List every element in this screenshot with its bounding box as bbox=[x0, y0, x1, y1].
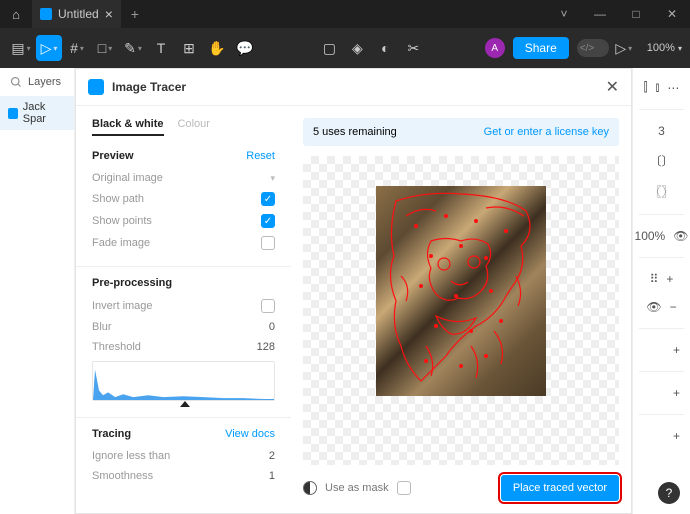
help-button[interactable]: ? bbox=[658, 482, 680, 504]
preview-canvas bbox=[303, 156, 619, 465]
document-tab[interactable]: Untitled × bbox=[32, 0, 121, 28]
text-tool-icon[interactable]: T bbox=[148, 35, 174, 61]
license-link[interactable]: Get or enter a license key bbox=[484, 126, 609, 138]
align-h-icon[interactable]: ⫿ bbox=[644, 80, 648, 95]
grid-icon[interactable]: ⠿ bbox=[650, 272, 659, 286]
layers-panel: Layers Jack Spar bbox=[0, 68, 75, 514]
layer-row[interactable]: Jack Spar bbox=[0, 96, 74, 130]
dev-mode-toggle[interactable]: </> bbox=[577, 39, 609, 57]
bounds-icon[interactable]: ▢ bbox=[316, 35, 342, 61]
show-points-checkbox[interactable]: ✓ bbox=[261, 214, 275, 228]
hand-tool-icon[interactable]: ✋ bbox=[204, 35, 230, 61]
view-docs-link[interactable]: View docs bbox=[225, 428, 275, 440]
minimize-icon[interactable]: — bbox=[582, 7, 618, 21]
window-titlebar: ⌂ Untitled × + ˅ — □ ✕ bbox=[0, 0, 690, 28]
mask-mode-icon bbox=[303, 481, 317, 495]
reset-link[interactable]: Reset bbox=[246, 150, 275, 162]
comment-tool-icon[interactable]: 💬 bbox=[232, 35, 258, 61]
plus4-icon[interactable]: + bbox=[673, 429, 680, 443]
close-dialog-icon[interactable]: ✕ bbox=[606, 77, 619, 97]
threshold-histogram[interactable] bbox=[92, 361, 275, 401]
pen-tool-icon[interactable]: ✎▾ bbox=[120, 35, 146, 61]
fade-label: Fade image bbox=[92, 237, 150, 249]
eye-icon[interactable]: 👁 bbox=[673, 229, 688, 243]
frame-tool-icon[interactable]: #▾ bbox=[64, 35, 90, 61]
design-panel: ⫿⫾⋯ 3 〔〕 〖〗 100%👁 ⠿+ 👁− + + + bbox=[632, 68, 690, 514]
doc-title: Untitled bbox=[58, 7, 99, 21]
play-icon[interactable]: ▷▾ bbox=[611, 35, 637, 61]
doc-icon bbox=[40, 8, 52, 20]
align-v-icon[interactable]: ⫾ bbox=[656, 80, 660, 95]
main-toolbar: ▤▾ ▷▾ #▾ □▾ ✎▾ T ⊞ ✋ 💬 ▢ ◈ ◐ ✂ A Share <… bbox=[0, 28, 690, 68]
home-icon[interactable]: ⌂ bbox=[0, 7, 32, 22]
share-button[interactable]: Share bbox=[513, 37, 569, 59]
menu-icon[interactable]: ▤▾ bbox=[8, 35, 34, 61]
close-window-icon[interactable]: ✕ bbox=[654, 7, 690, 21]
add-tab-icon[interactable]: + bbox=[121, 6, 149, 22]
options-panel: Black & white Colour Preview Reset Origi… bbox=[76, 106, 291, 513]
blur-value[interactable]: 0 bbox=[269, 321, 275, 333]
plus2-icon[interactable]: + bbox=[673, 343, 680, 357]
minus-icon[interactable]: − bbox=[670, 300, 677, 314]
invert-checkbox[interactable] bbox=[261, 299, 275, 313]
plus-icon[interactable]: + bbox=[666, 272, 673, 286]
zoom-level[interactable]: 100% ▾ bbox=[647, 42, 682, 54]
preview-panel: 5 uses remaining Get or enter a license … bbox=[291, 106, 631, 513]
smooth-label: Smoothness bbox=[92, 470, 153, 482]
fade-checkbox[interactable] bbox=[261, 236, 275, 250]
threshold-label: Threshold bbox=[92, 341, 141, 353]
uses-remaining: 5 uses remaining bbox=[313, 126, 397, 138]
place-traced-vector-button[interactable]: Place traced vector bbox=[501, 475, 619, 501]
contrast-icon[interactable]: ◐ bbox=[372, 35, 398, 61]
show-points-label: Show points bbox=[92, 215, 152, 227]
brackets1-icon[interactable]: 〔〕 bbox=[649, 152, 673, 169]
preview-heading: Preview bbox=[92, 150, 134, 162]
chevron-down-icon[interactable]: ˅ bbox=[546, 7, 582, 21]
maximize-icon[interactable]: □ bbox=[618, 7, 654, 21]
eye2-icon[interactable]: 👁 bbox=[646, 300, 661, 314]
image-layer-icon bbox=[8, 108, 18, 119]
brackets2-icon[interactable]: 〖〗 bbox=[649, 183, 673, 200]
close-tab-icon[interactable]: × bbox=[105, 6, 113, 22]
use-as-mask-label: Use as mask bbox=[325, 482, 389, 494]
opacity-value[interactable]: 100% bbox=[635, 229, 666, 243]
show-path-checkbox[interactable]: ✓ bbox=[261, 192, 275, 206]
image-tracer-dialog: Image Tracer ✕ Black & white Colour Prev… bbox=[75, 68, 632, 514]
tracing-heading: Tracing bbox=[92, 428, 131, 440]
original-image-select[interactable]: Original image▾ bbox=[92, 172, 275, 184]
crop-icon[interactable]: ✂ bbox=[400, 35, 426, 61]
use-as-mask-checkbox[interactable] bbox=[397, 481, 411, 495]
tab-colour[interactable]: Colour bbox=[178, 118, 210, 136]
search-icon bbox=[10, 76, 22, 88]
preproc-heading: Pre-processing bbox=[92, 277, 172, 289]
more-icon[interactable]: ⋯ bbox=[667, 81, 679, 95]
tracer-plugin-icon bbox=[88, 79, 104, 95]
tab-bw[interactable]: Black & white bbox=[92, 118, 164, 136]
dialog-title: Image Tracer bbox=[112, 80, 186, 94]
ignore-value[interactable]: 2 bbox=[269, 450, 275, 462]
ignore-label: Ignore less than bbox=[92, 450, 170, 462]
show-path-label: Show path bbox=[92, 193, 144, 205]
traced-image-preview bbox=[376, 186, 546, 396]
move-tool-icon[interactable]: ▷▾ bbox=[36, 35, 62, 61]
resources-icon[interactable]: ⊞ bbox=[176, 35, 202, 61]
threshold-value[interactable]: 128 bbox=[257, 341, 275, 353]
diamond-icon[interactable]: ◈ bbox=[344, 35, 370, 61]
blur-label: Blur bbox=[92, 321, 112, 333]
threshold-marker-icon[interactable] bbox=[180, 401, 190, 407]
invert-label: Invert image bbox=[92, 300, 153, 312]
plus3-icon[interactable]: + bbox=[673, 386, 680, 400]
shape-tool-icon[interactable]: □▾ bbox=[92, 35, 118, 61]
avatar[interactable]: A bbox=[485, 38, 505, 58]
layers-header[interactable]: Layers bbox=[0, 68, 74, 96]
smooth-value[interactable]: 1 bbox=[269, 470, 275, 482]
val-3: 3 bbox=[658, 124, 665, 138]
license-banner: 5 uses remaining Get or enter a license … bbox=[303, 118, 619, 146]
